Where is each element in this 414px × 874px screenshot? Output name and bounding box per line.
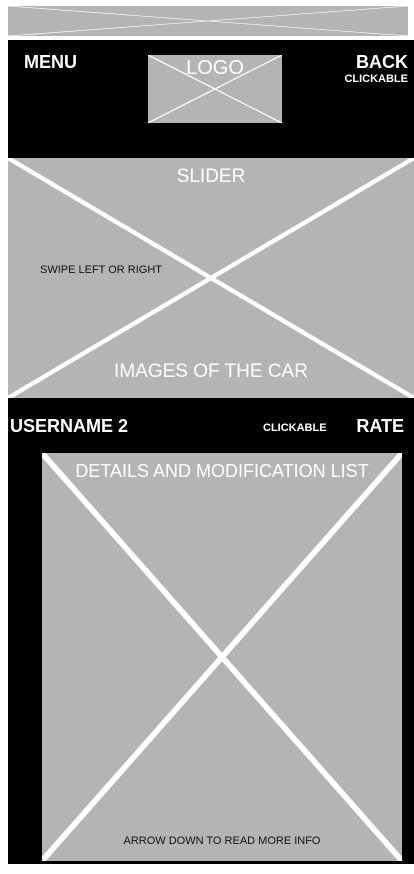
slider-caption: IMAGES OF THE CAR (114, 361, 308, 382)
rate-button[interactable]: RATE (356, 416, 404, 437)
username-link[interactable]: USERNAME 2 (10, 416, 128, 437)
back-clickable-note: CLICKABLE (344, 73, 408, 85)
details-scroll-hint: ARROW DOWN TO READ MORE INFO (123, 835, 321, 847)
slider-swipe-hint: SWIPE LEFT OR RIGHT (40, 264, 163, 276)
details-title: DETAILS AND MODIFICATION LIST (75, 461, 369, 481)
slider-title: SLIDER (176, 166, 246, 187)
menu-button[interactable]: MENU (24, 52, 77, 73)
logo-label: LOGO (186, 57, 244, 79)
car-image-slider[interactable]: SLIDER SWIPE LEFT OR RIGHT IMAGES OF THE… (8, 158, 414, 398)
placeholder-x-icon (42, 453, 402, 861)
rate-clickable-note: CLICKABLE (263, 422, 327, 434)
logo-placeholder: LOGO (148, 55, 282, 123)
details-list-panel[interactable]: DETAILS AND MODIFICATION LIST ARROW DOWN… (42, 453, 402, 861)
info-section: USERNAME 2 CLICKABLE RATE DETAILS AND MO… (8, 398, 414, 864)
status-bar-placeholder (8, 6, 408, 36)
header-bar: MENU LOGO BACK CLICKABLE (8, 40, 414, 158)
placeholder-x-icon (8, 6, 408, 36)
back-button[interactable]: BACK (356, 52, 408, 73)
